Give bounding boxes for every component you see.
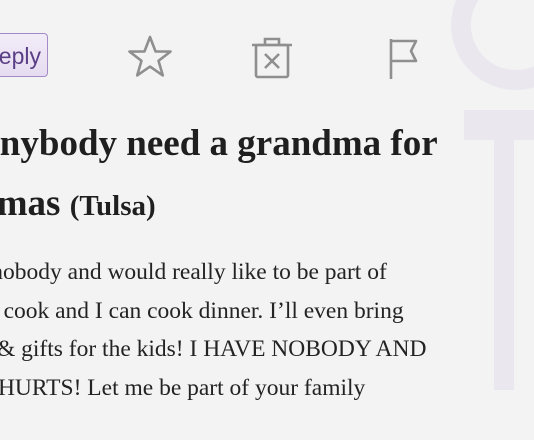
body-line-2: a family. I cook and I can cook dinner. …: [0, 297, 404, 324]
reply-button[interactable]: reply: [0, 33, 48, 77]
post-location: (Tulsa): [69, 190, 156, 222]
post-body: I am nobody and would really like to be …: [0, 253, 426, 407]
post-title: Does anybody need a grandma for Christma…: [0, 114, 438, 236]
star-icon[interactable]: [126, 33, 174, 81]
body-line-3: food & gifts for the kids! I HAVE NOBODY…: [0, 336, 427, 362]
posting-page: reply Does anybody need a grandma for Ch…: [0, 0, 534, 440]
flag-icon[interactable]: [382, 33, 430, 81]
trash-icon[interactable]: [248, 33, 296, 81]
body-line-1: I am nobody and would really like to be …: [0, 259, 387, 285]
body-line-4: IT REALLY HURTS! Let me be part of your …: [0, 374, 366, 401]
title-line-1: Does anybody need a grandma for: [0, 123, 438, 164]
post-toolbar: reply: [0, 23, 534, 83]
title-line-2: Christmas: [0, 183, 61, 224]
